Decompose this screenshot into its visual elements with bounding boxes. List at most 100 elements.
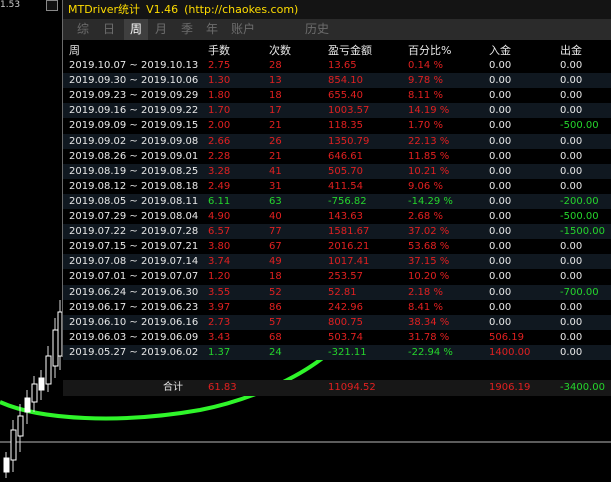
table-row[interactable]: 2019.08.19 ~ 2019.08.25 3.28 41 505.70 10.21…: [63, 163, 611, 179]
table-row[interactable]: 2019.09.30 ~ 2019.10.06 1.30 13 854.10 9.78 …: [63, 73, 611, 89]
table-row[interactable]: 2019.09.16 ~ 2019.09.22 1.70 17 1003.57 14.1…: [63, 103, 611, 119]
row-withdraw: 0.00: [560, 165, 583, 177]
row-percent: 37.02 %: [408, 226, 450, 238]
header-period[interactable]: 周: [69, 43, 80, 58]
row-lots: 1.70: [208, 105, 231, 117]
total-lots: 61.83: [208, 382, 237, 393]
row-withdraw: 0.00: [560, 135, 583, 147]
table-row[interactable]: 2019.09.09 ~ 2019.09.15 2.00 21 118.35 1.70 …: [63, 118, 611, 133]
row-count: 13: [269, 75, 282, 87]
row-period: 2019.07.29 ~ 2019.08.04: [69, 211, 199, 222]
row-profit: 655.40: [328, 90, 363, 102]
row-count: 21: [269, 150, 282, 162]
tab-day[interactable]: 日: [97, 19, 121, 40]
app-url: (http://chaokes.com): [184, 3, 299, 16]
table-row[interactable]: 2019.06.24 ~ 2019.06.30 3.55 52 52.81 2.18 %…: [63, 284, 611, 300]
stats-window: MTDriver统计 V1.46 (http://chaokes.com) 综 日 …: [62, 0, 611, 396]
row-percent: 8.41 %: [408, 301, 443, 313]
header-lots[interactable]: 手数: [208, 43, 230, 58]
row-count: 31: [269, 180, 282, 192]
candle: [52, 329, 59, 367]
row-period: 2019.09.23 ~ 2019.09.29: [69, 90, 199, 102]
row-period: 2019.09.02 ~ 2019.09.08: [69, 135, 199, 147]
row-deposit: 0.00: [489, 211, 512, 222]
table-row[interactable]: 2019.06.03 ~ 2019.06.09 3.43 68 503.74 31.78…: [63, 330, 611, 345]
table-row[interactable]: 2019.08.12 ~ 2019.08.18 2.49 31 411.54 9.06 …: [63, 179, 611, 194]
row-profit: -756.82: [328, 195, 367, 207]
row-deposit: 0.00: [489, 150, 512, 162]
row-deposit: 0.00: [489, 180, 512, 192]
table-row[interactable]: 2019.05.27 ~ 2019.06.02 1.37 24 -321.11 -22.…: [63, 344, 611, 360]
row-lots: 6.11: [208, 195, 231, 207]
table-row[interactable]: 2019.09.02 ~ 2019.09.08 2.66 26 1350.79 22.1…: [63, 133, 611, 149]
tab-summary[interactable]: 综: [71, 19, 95, 40]
row-period: 2019.05.27 ~ 2019.06.02: [69, 346, 199, 358]
tab-quarter[interactable]: 季: [175, 19, 199, 40]
tab-account[interactable]: 账户: [227, 19, 259, 40]
chart-close-icon[interactable]: [46, 0, 58, 11]
row-deposit: 0.00: [489, 75, 512, 87]
row-period: 2019.06.24 ~ 2019.06.30: [69, 286, 199, 298]
window-titlebar[interactable]: MTDriver统计 V1.46 (http://chaokes.com): [63, 0, 611, 19]
row-withdraw: -200.00: [560, 195, 599, 207]
row-period: 2019.08.12 ~ 2019.08.18: [69, 180, 199, 192]
tab-history[interactable]: 历史: [299, 19, 335, 40]
table-row[interactable]: 2019.08.05 ~ 2019.08.11 6.11 63 -756.82 -14.…: [63, 193, 611, 209]
header-percent[interactable]: 百分比%: [408, 43, 451, 58]
row-percent: 8.11 %: [408, 90, 443, 102]
row-profit: 143.63: [328, 211, 363, 222]
row-lots: 3.80: [208, 241, 231, 253]
table-row[interactable]: 2019.06.10 ~ 2019.06.16 2.73 57 800.75 38.34…: [63, 314, 611, 330]
row-deposit: 0.00: [489, 256, 512, 268]
app-version: V1.46: [146, 3, 179, 16]
table-row[interactable]: 2019.07.01 ~ 2019.07.07 1.20 18 253.57 10.20…: [63, 269, 611, 284]
row-deposit: 0.00: [489, 241, 512, 253]
table-row[interactable]: 2019.06.17 ~ 2019.06.23 3.97 86 242.96 8.41 …: [63, 300, 611, 315]
row-withdraw: -500.00: [560, 211, 599, 222]
candlesticks: [3, 300, 63, 478]
row-percent: 9.78 %: [408, 75, 443, 87]
row-profit: 505.70: [328, 165, 363, 177]
row-lots: 2.75: [208, 60, 231, 71]
tab-week[interactable]: 周: [124, 19, 148, 40]
row-profit: 800.75: [328, 316, 363, 328]
row-percent: 11.85 %: [408, 150, 450, 162]
table-row[interactable]: 2019.08.26 ~ 2019.09.01 2.28 21 646.61 11.85…: [63, 149, 611, 164]
table-row[interactable]: 2019.07.22 ~ 2019.07.28 6.57 77 1581.67 37.0…: [63, 224, 611, 240]
header-profit[interactable]: 盈亏金额: [328, 43, 372, 58]
total-deposit: 1906.19: [489, 382, 531, 393]
row-withdraw: 0.00: [560, 256, 583, 268]
table-row[interactable]: 2019.10.07 ~ 2019.10.13 2.75 28 13.65 0.14 %…: [63, 58, 611, 73]
tab-month[interactable]: 月: [149, 19, 173, 40]
tab-year[interactable]: 年: [200, 19, 224, 40]
header-deposit[interactable]: 入金: [489, 43, 511, 58]
row-withdraw: 0.00: [560, 331, 583, 343]
row-percent: 2.18 %: [408, 286, 443, 298]
candle: [10, 429, 17, 461]
header-count[interactable]: 次数: [269, 43, 291, 58]
header-withdraw[interactable]: 出金: [560, 43, 582, 58]
row-deposit: 0.00: [489, 271, 512, 283]
table-row[interactable]: 2019.07.15 ~ 2019.07.21 3.80 67 2016.21 53.6…: [63, 239, 611, 254]
table-row[interactable]: 2019.07.08 ~ 2019.07.14 3.74 49 1017.41 37.1…: [63, 254, 611, 270]
total-row: 合计 61.83 11094.52 1906.19 -3400.00: [63, 380, 611, 396]
row-period: 2019.07.15 ~ 2019.07.21: [69, 241, 199, 253]
table-row[interactable]: 2019.09.23 ~ 2019.09.29 1.80 18 655.40 8.11 …: [63, 88, 611, 103]
table-header: 周 手数 次数 盈亏金额 百分比% 入金 出金: [63, 43, 611, 58]
row-profit: 854.10: [328, 75, 363, 87]
row-withdraw: -500.00: [560, 120, 599, 132]
row-lots: 2.00: [208, 120, 231, 132]
app-name: MTDriver统计: [68, 3, 141, 16]
row-percent: 2.68 %: [408, 211, 443, 222]
row-deposit: 0.00: [489, 135, 512, 147]
table-row[interactable]: 2019.07.29 ~ 2019.08.04 4.90 40 143.63 2.68 …: [63, 209, 611, 224]
candle: [31, 383, 38, 403]
stats-table: 周 手数 次数 盈亏金额 百分比% 入金 出金 2019.10.07 ~ 201…: [63, 40, 611, 396]
row-percent: -22.94 %: [408, 346, 453, 358]
row-percent: 22.13 %: [408, 135, 450, 147]
row-percent: 1.70 %: [408, 120, 443, 132]
row-deposit: 0.00: [489, 195, 512, 207]
row-lots: 2.28: [208, 150, 231, 162]
period-tabs: 综 日 周 月 季 年 账户 历史: [63, 19, 611, 40]
candle: [38, 377, 45, 391]
